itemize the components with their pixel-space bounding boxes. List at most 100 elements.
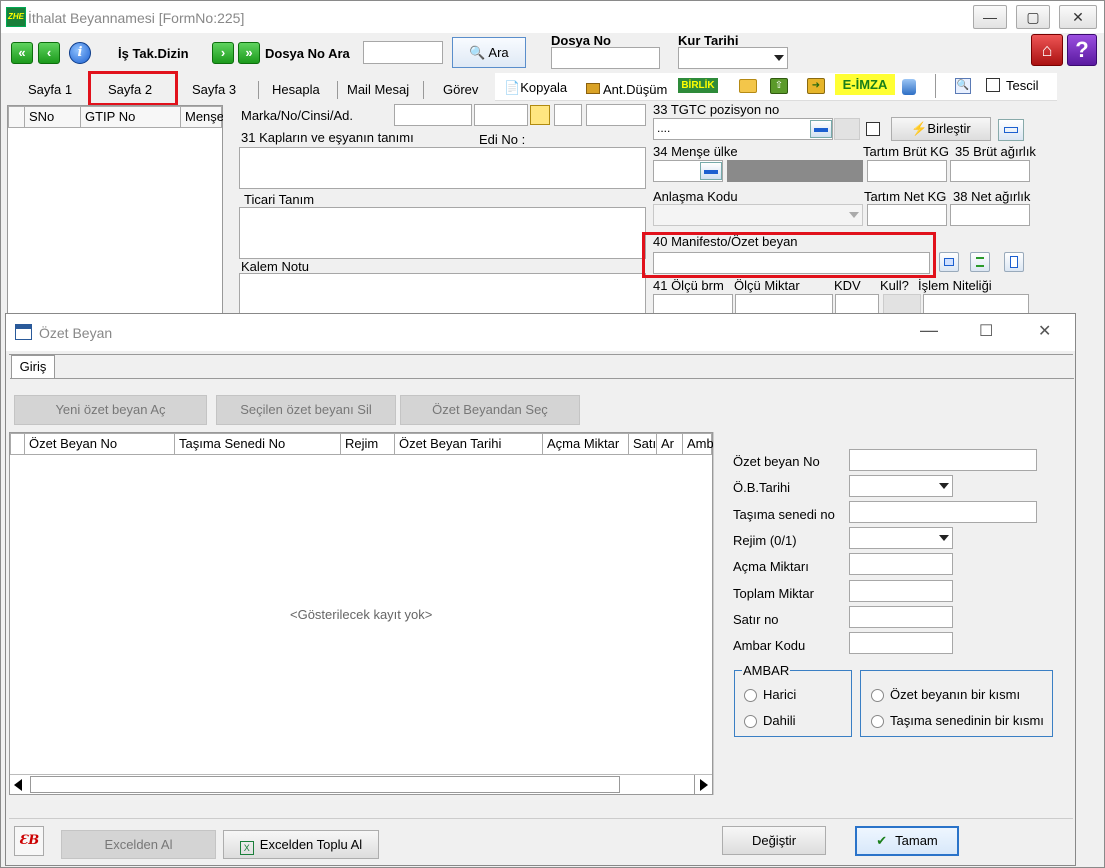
satir-no-input[interactable] xyxy=(849,606,953,628)
tasima-senedi-kismi-radio[interactable] xyxy=(871,715,884,728)
scroll-right-button[interactable] xyxy=(694,775,712,794)
dosya-no-ara-input[interactable] xyxy=(363,41,443,64)
tab-sayfa-3[interactable]: Sayfa 3 xyxy=(192,77,236,103)
minimize-button[interactable]: — xyxy=(973,5,1007,29)
tab-gorev[interactable]: Görev xyxy=(443,77,478,103)
rejim-select[interactable] xyxy=(849,527,953,549)
is-takip-dizin-link[interactable]: İş Tak.Dizin xyxy=(118,46,189,61)
exit-icon[interactable]: ⌂ xyxy=(1031,34,1063,66)
ara-button[interactable]: 🔍 Ara xyxy=(452,37,526,68)
column-rejim[interactable]: Rejim xyxy=(341,434,395,454)
first-record-button[interactable]: « xyxy=(11,42,33,64)
tescil-checkbox[interactable] xyxy=(986,78,1000,92)
ob-tarihi-select[interactable] xyxy=(849,475,953,497)
mense-picker-icon[interactable] xyxy=(700,162,722,180)
column-sno[interactable]: SNo xyxy=(25,107,81,127)
ant-dusum-button[interactable]: Ant.Düşüm xyxy=(586,82,667,97)
column-ozet-beyan-tarihi[interactable]: Özet Beyan Tarihi xyxy=(395,434,543,454)
list-icon[interactable] xyxy=(970,252,990,272)
grid-picker-icon[interactable] xyxy=(810,120,832,138)
marka-input-3[interactable] xyxy=(554,104,582,126)
column-ar[interactable]: Ar xyxy=(657,434,683,454)
excelden-al-button[interactable]: Excelden Al xyxy=(61,830,216,859)
olcu-brm-input[interactable] xyxy=(653,294,733,314)
tab-giris[interactable]: Giriş xyxy=(11,355,55,379)
tamam-button[interactable]: ✔ Tamam xyxy=(855,826,959,856)
kopyala-button[interactable]: 📄Kopyala xyxy=(504,80,567,96)
preview-icon[interactable]: 🔍 xyxy=(955,78,971,94)
ticari-tanim-textarea[interactable] xyxy=(239,207,646,259)
kur-tarihi-select[interactable] xyxy=(678,47,788,69)
scroll-left-icon[interactable] xyxy=(14,779,22,791)
gtc-checkbox[interactable] xyxy=(866,122,880,136)
ozet-beyan-kismi-radio[interactable] xyxy=(871,689,884,702)
tab-hesapla[interactable]: Hesapla xyxy=(272,77,320,103)
dialog-maximize-button[interactable]: ☐ xyxy=(979,321,993,341)
column-ozet-beyan-no[interactable]: Özet Beyan No xyxy=(25,434,175,454)
ozet-beyandan-sec-button[interactable]: Özet Beyandan Seç xyxy=(400,395,580,425)
yeni-ozet-beyan-button[interactable]: Yeni özet beyan Aç xyxy=(14,395,207,425)
dahili-radio[interactable] xyxy=(744,715,757,728)
marka-input-2[interactable] xyxy=(474,104,528,126)
prev-record-button[interactable]: ‹ xyxy=(38,42,60,64)
info-icon[interactable]: i xyxy=(69,42,91,64)
column-ambar[interactable]: Amb xyxy=(683,434,713,454)
excelden-toplu-al-button[interactable]: X Excelden Toplu Al xyxy=(223,830,379,859)
ozet-beyan-grid[interactable]: Özet Beyan No Taşıma Senedi No Rejim Öze… xyxy=(9,432,713,795)
upload-icon[interactable]: ⇧ xyxy=(770,78,788,94)
column-mense[interactable]: Menşe xyxy=(181,107,223,127)
empty-grid-message: <Gösterilecek kayıt yok> xyxy=(290,607,433,622)
islem-niteligi-input[interactable] xyxy=(923,294,1029,314)
tab-mail-mesaj[interactable]: Mail Mesaj xyxy=(347,77,409,103)
acma-miktari-input[interactable] xyxy=(849,553,953,575)
new-document-icon[interactable] xyxy=(1004,252,1024,272)
horizontal-scrollbar[interactable] xyxy=(10,774,712,794)
olcu-miktar-input[interactable] xyxy=(735,294,833,314)
folder-open-icon[interactable] xyxy=(739,79,757,93)
tartim-brut-input[interactable] xyxy=(867,160,947,182)
marka-input-1[interactable] xyxy=(394,104,472,126)
tasima-senedi-no-input[interactable] xyxy=(849,501,1037,523)
net-agirlik-input[interactable] xyxy=(950,204,1030,226)
tab-sayfa-1[interactable]: Sayfa 1 xyxy=(28,77,72,103)
forward-icon[interactable]: ➜ xyxy=(807,78,825,94)
dialog-minimize-button[interactable]: — xyxy=(920,320,938,341)
maximize-button[interactable]: ▢ xyxy=(1016,5,1050,29)
sil-ozet-beyan-button[interactable]: Seçilen özet beyanı Sil xyxy=(216,395,396,425)
close-button[interactable]: ✕ xyxy=(1059,5,1097,29)
keyboard-icon[interactable] xyxy=(998,119,1024,141)
dosya-no-input[interactable] xyxy=(551,47,660,69)
scroll-thumb[interactable] xyxy=(30,776,620,793)
dialog-close-button[interactable]: ✕ xyxy=(1038,321,1051,341)
ambar-kodu-label: Ambar Kodu xyxy=(733,638,806,653)
anlasma-select[interactable] xyxy=(653,204,863,226)
kaplar-textarea[interactable] xyxy=(239,147,646,189)
items-grid[interactable]: SNo GTIP No Menşe xyxy=(7,105,223,317)
column-tasima-senedi-no[interactable]: Taşıma Senedi No xyxy=(175,434,341,454)
copy-list-icon[interactable] xyxy=(939,252,959,272)
column-satir[interactable]: Satı xyxy=(629,434,657,454)
gtc-input[interactable]: .... xyxy=(653,118,833,140)
next-record-button[interactable]: › xyxy=(212,42,234,64)
help-icon[interactable]: ? xyxy=(1067,34,1097,66)
degistir-button[interactable]: Değiştir xyxy=(722,826,826,855)
column-acma-miktar[interactable]: Açma Miktar xyxy=(543,434,629,454)
usb-token-icon[interactable] xyxy=(902,79,916,95)
edit-note-icon[interactable] xyxy=(530,105,550,125)
birlik-button[interactable]: BİRLİK xyxy=(678,78,718,93)
kdv-input[interactable] xyxy=(835,294,879,314)
tartim-net-input[interactable] xyxy=(867,204,947,226)
kalem-notu-textarea[interactable] xyxy=(239,273,646,317)
marka-input-4[interactable] xyxy=(586,104,646,126)
eb-logo-icon[interactable]: ƐB xyxy=(14,826,44,856)
birlestir-button[interactable]: ⚡Birleştir xyxy=(891,117,991,141)
brut-agirlik-input[interactable] xyxy=(950,160,1030,182)
toplam-miktar-input[interactable] xyxy=(849,580,953,602)
column-gtip-no[interactable]: GTIP No xyxy=(81,107,181,127)
harici-radio[interactable] xyxy=(744,689,757,702)
last-record-button[interactable]: » xyxy=(238,42,260,64)
kull-input[interactable] xyxy=(883,294,921,314)
e-imza-button[interactable]: E-İMZA xyxy=(835,74,895,95)
ozet-beyan-no-input[interactable] xyxy=(849,449,1037,471)
ambar-kodu-input[interactable] xyxy=(849,632,953,654)
